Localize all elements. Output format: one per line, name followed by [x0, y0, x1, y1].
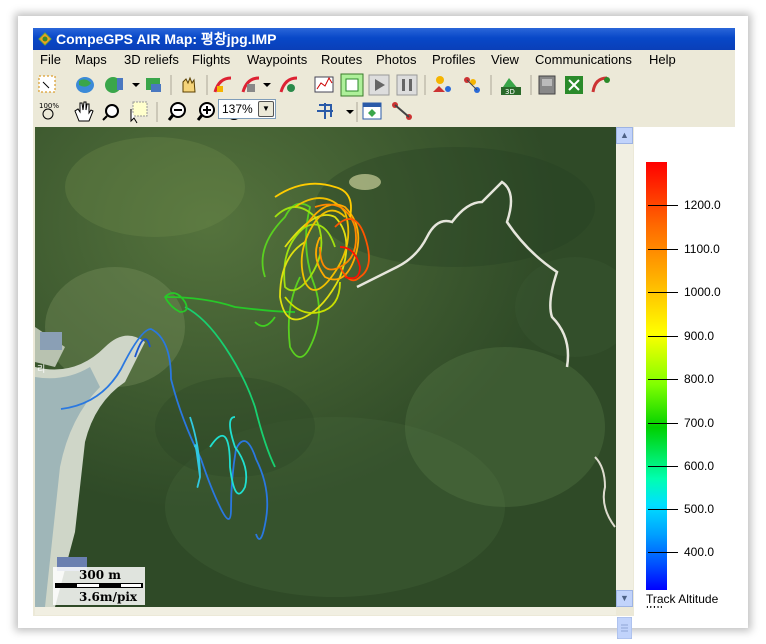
app-icon: [38, 32, 52, 46]
zoom-select[interactable]: 137% ▼: [218, 99, 276, 119]
route-tool-icon[interactable]: [392, 102, 412, 120]
scroll-down-button[interactable]: ▼: [616, 590, 633, 607]
legend-label-1200: 1200.0: [684, 198, 721, 212]
flight-edit-icon[interactable]: [279, 76, 298, 93]
zoom-out-icon[interactable]: [167, 102, 186, 121]
map-canvas[interactable]: 리 300 m 3.6m/pix: [35, 127, 616, 607]
legend-label-900: 900.0: [684, 329, 715, 343]
legend-tick: [648, 423, 678, 424]
maps-icon[interactable]: [76, 77, 94, 93]
legend-tick: [648, 509, 678, 510]
menu-profiles[interactable]: Profiles: [432, 50, 475, 70]
move-icon[interactable]: [317, 103, 333, 119]
menu-3d-reliefs[interactable]: 3D reliefs: [124, 50, 179, 70]
pause-icon[interactable]: [396, 74, 418, 96]
play-icon[interactable]: [368, 74, 390, 96]
legend-tick: [648, 466, 678, 467]
legend-label-500: 500.0: [684, 502, 715, 516]
map-tool-dropdown-icon[interactable]: [132, 83, 140, 87]
scale-bar: 300 m 3.6m/pix: [53, 567, 145, 605]
legend-label-700: 700.0: [684, 416, 715, 430]
waypoint-route-icon[interactable]: [464, 77, 480, 93]
legend-label-1000: 1000.0: [684, 285, 721, 299]
select-cursor-icon[interactable]: [130, 101, 148, 124]
legend-label-800: 800.0: [684, 372, 715, 386]
hand-move-icon[interactable]: [182, 76, 196, 93]
legend-tick: [648, 552, 678, 553]
menu-communications[interactable]: Communications: [535, 50, 632, 70]
scale-distance: 300 m: [79, 568, 121, 582]
legend-tick: [648, 336, 678, 337]
flight-open-icon[interactable]: [213, 76, 232, 93]
scroll-up-button[interactable]: ▲: [616, 127, 633, 144]
play-start-button[interactable]: [340, 73, 364, 97]
menu-help[interactable]: Help: [649, 50, 676, 70]
map-tool-icon[interactable]: [105, 77, 123, 93]
scroll-thumb[interactable]: [617, 617, 632, 639]
flight-tool-dropdown-icon[interactable]: [263, 83, 271, 87]
menu-flights[interactable]: Flights: [192, 50, 230, 70]
legend-tick: [648, 205, 678, 206]
menu-maps[interactable]: Maps: [75, 50, 107, 70]
flight-profile-icon[interactable]: [314, 76, 334, 93]
window-icon[interactable]: [362, 102, 382, 120]
zoom-value: 137%: [222, 102, 253, 116]
legend-label-1100: 1100.0: [684, 242, 720, 256]
scale-resolution: 3.6m/pix: [79, 590, 138, 604]
map-download-icon[interactable]: [146, 78, 161, 92]
window-title: CompeGPS AIR Map: 평창jpg.IMP: [56, 31, 277, 47]
vertical-scrollbar[interactable]: ▲ ▼: [616, 127, 633, 639]
legend-tick: [648, 292, 678, 293]
menu-waypoints[interactable]: Waypoints: [247, 50, 307, 70]
altitude-colorbar: [646, 162, 667, 590]
select-map-icon[interactable]: [38, 75, 56, 93]
legend-tick: [648, 379, 678, 380]
zoom-in-icon[interactable]: [196, 102, 215, 121]
legend-title: Track Altitude [m]: [646, 592, 719, 608]
toolbar-row-1: 3D: [38, 73, 610, 97]
menu-file[interactable]: File: [40, 50, 61, 70]
move-dropdown-icon[interactable]: [346, 110, 354, 114]
zoom-dropdown-icon[interactable]: ▼: [258, 101, 274, 117]
horizontal-scrollbar[interactable]: [35, 607, 616, 615]
zoom-100-icon[interactable]: 100%: [39, 102, 59, 120]
legend-title-text: Track Altitude: [646, 592, 719, 606]
menu-routes[interactable]: Routes: [321, 50, 362, 70]
gps-icon[interactable]: [538, 75, 556, 95]
menu-view[interactable]: View: [491, 50, 519, 70]
excel-export-icon[interactable]: [565, 76, 583, 94]
menu-bar: File Maps 3D reliefs Flights Waypoints R…: [33, 50, 735, 70]
hand-pan-icon[interactable]: [74, 101, 94, 122]
legend-tick: [648, 249, 678, 250]
map-place-label: 리: [37, 364, 45, 375]
map-view[interactable]: 리 300 m 3.6m/pix: [35, 127, 616, 607]
zoom-select-icon[interactable]: [102, 104, 119, 121]
legend-label-400: 400.0: [684, 545, 715, 559]
menu-photos[interactable]: Photos: [376, 50, 416, 70]
clearing: [349, 174, 381, 190]
3d-view-icon[interactable]: 3D: [501, 78, 521, 96]
flight-tool-icon[interactable]: [241, 76, 260, 93]
svg-text:3D: 3D: [505, 88, 515, 96]
legend-label-600: 600.0: [684, 459, 715, 473]
legend-unit: [m]: [646, 606, 663, 608]
waypoint-icon[interactable]: [433, 76, 451, 92]
connect-icon[interactable]: [591, 76, 610, 93]
title-bar: CompeGPS AIR Map: 평창jpg.IMP: [33, 28, 735, 50]
